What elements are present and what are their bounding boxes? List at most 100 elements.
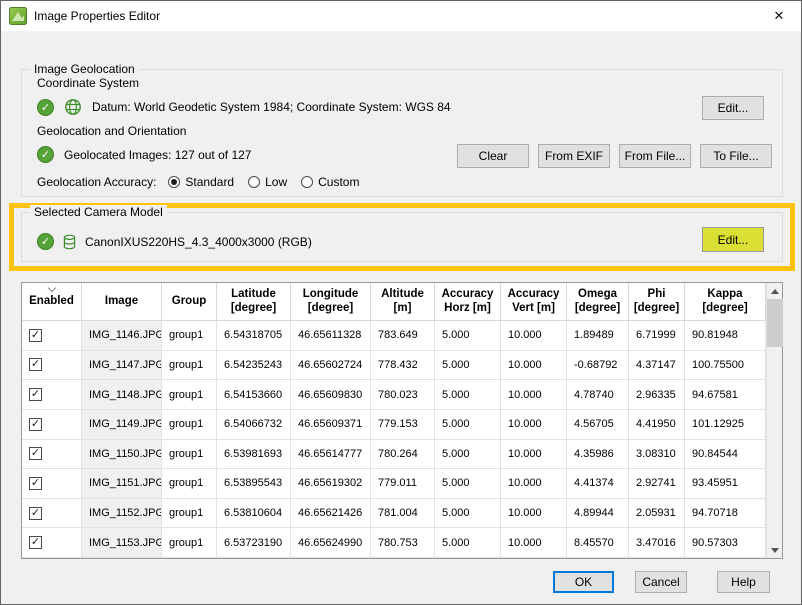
enabled-checkbox[interactable]: ✓ — [29, 447, 42, 460]
accuracy-vert-cell[interactable]: 10.000 — [501, 351, 567, 381]
longitude-cell[interactable]: 46.65602724 — [291, 351, 371, 381]
column-header-accuracy-vert[interactable]: Accuracy Vert [m] — [501, 283, 567, 321]
image-cell[interactable]: IMG_1146.JPG — [82, 321, 162, 351]
image-cell[interactable]: IMG_1152.JPG — [82, 499, 162, 529]
altitude-cell[interactable]: 779.153 — [371, 410, 435, 440]
phi-cell[interactable]: 6.71999 — [629, 321, 685, 351]
phi-cell[interactable]: 2.05931 — [629, 499, 685, 529]
image-cell[interactable]: IMG_1153.JPG — [82, 528, 162, 558]
enabled-checkbox[interactable]: ✓ — [29, 507, 42, 520]
omega-cell[interactable]: 1.89489 — [567, 321, 629, 351]
longitude-cell[interactable]: 46.65609830 — [291, 380, 371, 410]
longitude-cell[interactable]: 46.65614777 — [291, 440, 371, 470]
phi-cell[interactable]: 2.92741 — [629, 469, 685, 499]
enabled-checkbox[interactable]: ✓ — [29, 329, 42, 342]
ok-button[interactable]: OK — [553, 571, 614, 593]
scroll-up-icon[interactable] — [767, 283, 783, 299]
accuracy-vert-cell[interactable]: 10.000 — [501, 410, 567, 440]
longitude-cell[interactable]: 46.65609371 — [291, 410, 371, 440]
column-header-kappa[interactable]: Kappa [degree] — [685, 283, 766, 321]
from-exif-button[interactable]: From EXIF — [538, 144, 610, 168]
altitude-cell[interactable]: 779.011 — [371, 469, 435, 499]
camera-model-edit-button[interactable]: Edit... — [702, 227, 764, 252]
group-cell[interactable]: group1 — [162, 469, 217, 499]
image-cell[interactable]: IMG_1149.JPG — [82, 410, 162, 440]
accuracy-horz-cell[interactable]: 5.000 — [435, 528, 501, 558]
longitude-cell[interactable]: 46.65611328 — [291, 321, 371, 351]
accuracy-horz-cell[interactable]: 5.000 — [435, 469, 501, 499]
accuracy-horz-cell[interactable]: 5.000 — [435, 380, 501, 410]
image-cell[interactable]: IMG_1147.JPG — [82, 351, 162, 381]
group-cell[interactable]: group1 — [162, 410, 217, 440]
phi-cell[interactable]: 2.96335 — [629, 380, 685, 410]
kappa-cell[interactable]: 94.67581 — [685, 380, 766, 410]
accuracy-vert-cell[interactable]: 10.000 — [501, 440, 567, 470]
column-header-longitude[interactable]: Longitude [degree] — [291, 283, 371, 321]
accuracy-horz-cell[interactable]: 5.000 — [435, 410, 501, 440]
longitude-cell[interactable]: 46.65619302 — [291, 469, 371, 499]
latitude-cell[interactable]: 6.54153660 — [217, 380, 291, 410]
phi-cell[interactable]: 3.47016 — [629, 528, 685, 558]
latitude-cell[interactable]: 6.53981693 — [217, 440, 291, 470]
coordinate-system-edit-button[interactable]: Edit... — [702, 96, 764, 120]
close-icon[interactable]: ✕ — [757, 1, 801, 31]
altitude-cell[interactable]: 780.753 — [371, 528, 435, 558]
column-header-image[interactable]: Image — [82, 283, 162, 321]
accuracy-vert-cell[interactable]: 10.000 — [501, 380, 567, 410]
group-cell[interactable]: group1 — [162, 499, 217, 529]
omega-cell[interactable]: 4.56705 — [567, 410, 629, 440]
accuracy-vert-cell[interactable]: 10.000 — [501, 499, 567, 529]
altitude-cell[interactable]: 780.264 — [371, 440, 435, 470]
column-header-accuracy-horz[interactable]: Accuracy Horz [m] — [435, 283, 501, 321]
help-button[interactable]: Help — [717, 571, 770, 593]
enabled-checkbox[interactable]: ✓ — [29, 477, 42, 490]
altitude-cell[interactable]: 780.023 — [371, 380, 435, 410]
accuracy-vert-cell[interactable]: 10.000 — [501, 321, 567, 351]
omega-cell[interactable]: -0.68792 — [567, 351, 629, 381]
group-cell[interactable]: group1 — [162, 321, 217, 351]
kappa-cell[interactable]: 101.12925 — [685, 410, 766, 440]
accuracy-vert-cell[interactable]: 10.000 — [501, 528, 567, 558]
column-header-phi[interactable]: Phi [degree] — [629, 283, 685, 321]
phi-cell[interactable]: 4.41950 — [629, 410, 685, 440]
omega-cell[interactable]: 4.35986 — [567, 440, 629, 470]
longitude-cell[interactable]: 46.65621426 — [291, 499, 371, 529]
image-cell[interactable]: IMG_1148.JPG — [82, 380, 162, 410]
kappa-cell[interactable]: 90.84544 — [685, 440, 766, 470]
accuracy-option-standard[interactable]: Standard — [168, 175, 234, 189]
accuracy-horz-cell[interactable]: 5.000 — [435, 321, 501, 351]
enabled-checkbox[interactable]: ✓ — [29, 358, 42, 371]
omega-cell[interactable]: 4.89944 — [567, 499, 629, 529]
latitude-cell[interactable]: 6.54066732 — [217, 410, 291, 440]
image-cell[interactable]: IMG_1151.JPG — [82, 469, 162, 499]
accuracy-horz-cell[interactable]: 5.000 — [435, 440, 501, 470]
omega-cell[interactable]: 4.78740 — [567, 380, 629, 410]
longitude-cell[interactable]: 46.65624990 — [291, 528, 371, 558]
accuracy-horz-cell[interactable]: 5.000 — [435, 499, 501, 529]
accuracy-vert-cell[interactable]: 10.000 — [501, 469, 567, 499]
kappa-cell[interactable]: 90.57303 — [685, 528, 766, 558]
enabled-checkbox[interactable]: ✓ — [29, 418, 42, 431]
scroll-down-icon[interactable] — [767, 542, 783, 558]
scrollbar-thumb[interactable] — [767, 299, 783, 347]
kappa-cell[interactable]: 90.81948 — [685, 321, 766, 351]
column-header-group[interactable]: Group — [162, 283, 217, 321]
altitude-cell[interactable]: 778.432 — [371, 351, 435, 381]
cancel-button[interactable]: Cancel — [635, 571, 687, 593]
latitude-cell[interactable]: 6.54318705 — [217, 321, 291, 351]
group-cell[interactable]: group1 — [162, 528, 217, 558]
kappa-cell[interactable]: 94.70718 — [685, 499, 766, 529]
kappa-cell[interactable]: 93.45951 — [685, 469, 766, 499]
group-cell[interactable]: group1 — [162, 380, 217, 410]
latitude-cell[interactable]: 6.53810604 — [217, 499, 291, 529]
to-file-button[interactable]: To File... — [700, 144, 772, 168]
enabled-checkbox[interactable]: ✓ — [29, 536, 42, 549]
clear-button[interactable]: Clear — [457, 144, 529, 168]
column-header-omega[interactable]: Omega [degree] — [567, 283, 629, 321]
accuracy-option-low[interactable]: Low — [248, 175, 287, 189]
accuracy-option-custom[interactable]: Custom — [301, 175, 359, 189]
latitude-cell[interactable]: 6.54235243 — [217, 351, 291, 381]
altitude-cell[interactable]: 781.004 — [371, 499, 435, 529]
from-file-button[interactable]: From File... — [619, 144, 691, 168]
altitude-cell[interactable]: 783.649 — [371, 321, 435, 351]
